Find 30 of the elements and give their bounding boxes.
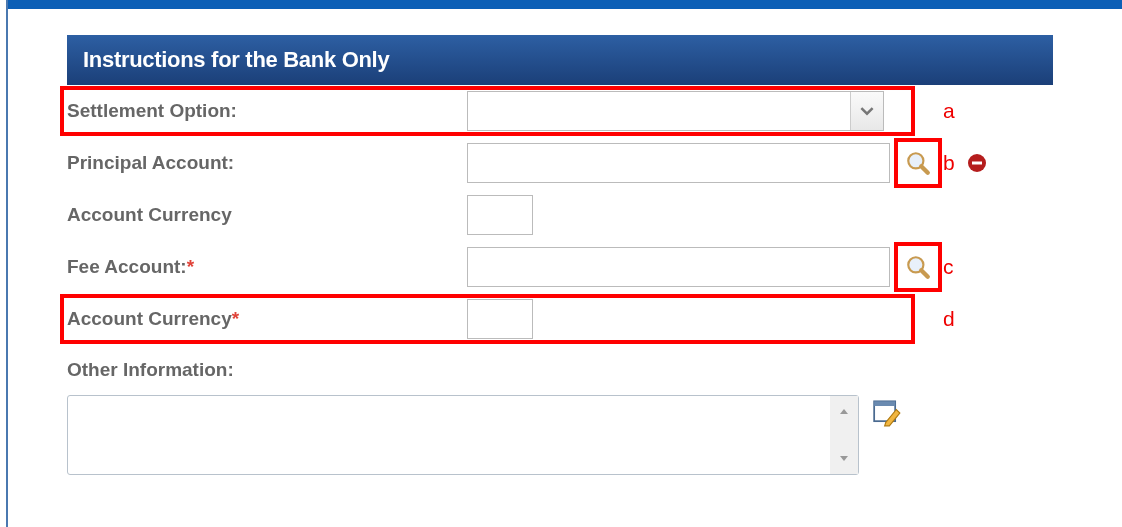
callout-letter: b [943, 151, 955, 175]
required-mark: * [231, 308, 240, 330]
callout-letter: d [943, 307, 955, 331]
field-label: Fee Account: [67, 256, 187, 278]
search-icon [905, 150, 931, 176]
scroll-up-icon[interactable] [839, 408, 849, 414]
scrollbar[interactable] [830, 396, 858, 474]
input-field[interactable] [467, 143, 890, 183]
field-label: Account Currency [67, 204, 232, 226]
dropdown-field[interactable] [467, 91, 884, 131]
field-label: Account Currency [67, 308, 232, 330]
search-icon [905, 254, 931, 280]
field-label: Other Information: [67, 358, 235, 381]
section-header: Instructions for the Bank Only [67, 35, 1053, 85]
field-label: Principal Account: [67, 152, 235, 174]
scroll-down-icon[interactable] [839, 456, 849, 462]
callout-letter: a [943, 99, 955, 123]
required-mark: * [186, 256, 195, 278]
edit-window-icon[interactable] [873, 399, 901, 427]
dropdown-button[interactable] [850, 92, 883, 130]
input-field[interactable] [467, 195, 533, 235]
search-button[interactable] [894, 242, 942, 292]
callout-letter: c [943, 255, 954, 279]
input-field[interactable] [467, 247, 890, 287]
search-button[interactable] [894, 138, 942, 188]
remove-icon[interactable] [966, 153, 987, 173]
text-area[interactable] [67, 395, 859, 475]
input-field[interactable] [467, 299, 533, 339]
field-label: Settlement Option: [67, 100, 237, 122]
chevron-down-icon [860, 106, 874, 116]
